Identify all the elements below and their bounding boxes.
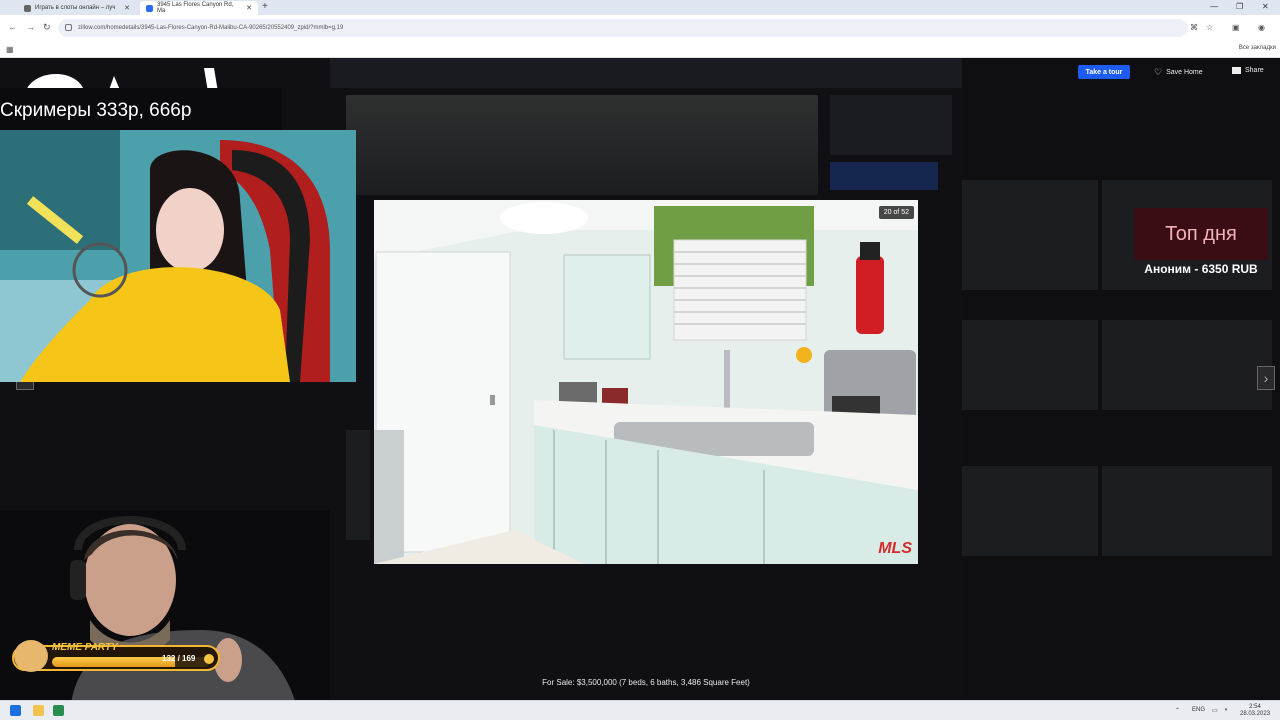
forward-icon[interactable]: → xyxy=(26,22,35,32)
close-tab-icon[interactable]: ✕ xyxy=(246,4,252,12)
background-thumb xyxy=(1102,466,1272,556)
all-bookmarks-link[interactable]: Все закладки xyxy=(1239,45,1276,51)
extensions-icon[interactable]: ▣ xyxy=(1232,23,1240,32)
meme-party-count: 132 / 169 xyxy=(162,654,196,663)
tab-favicon-icon xyxy=(24,4,31,12)
meme-party-widget: MEME PARTY 132 / 169 xyxy=(12,640,220,672)
file-explorer-icon[interactable] xyxy=(33,705,44,716)
heart-icon: ♡ xyxy=(1154,67,1163,77)
background-thumb xyxy=(962,180,1098,290)
share-button[interactable]: Share xyxy=(1232,67,1264,74)
mls-logo: MLS xyxy=(878,540,912,557)
address-bar: ← → ↻ zillow.com/homedetails/3945-Las-Fl… xyxy=(0,15,1280,41)
tab-casino[interactable]: Играть в слоты онлайн – луч ✕ xyxy=(18,1,136,15)
clock-time: 2:54 xyxy=(1249,704,1261,710)
apps-grid-icon[interactable]: ▦ xyxy=(6,45,14,54)
lock-icon xyxy=(65,24,72,31)
photo-caption: For Sale: $3,500,000 (7 beds, 6 baths, 3… xyxy=(542,678,750,687)
kitchen-photo xyxy=(374,200,918,564)
tab-label: Играть в слоты онлайн – луч xyxy=(35,5,116,11)
tab-favicon-icon xyxy=(146,4,153,12)
meme-party-label: MEME PARTY xyxy=(52,642,118,653)
streamer-webcam xyxy=(0,130,356,382)
language-indicator[interactable]: ENG xyxy=(1192,707,1205,713)
top-day-badge: Топ дня xyxy=(1134,208,1268,260)
maximize-icon[interactable]: ❐ xyxy=(1236,2,1243,11)
browser-tab-bar: Играть в слоты онлайн – луч ✕ 3945 Las F… xyxy=(0,0,1280,15)
system-clock[interactable]: 2:54 28.03.2023 xyxy=(1240,704,1270,718)
meme-party-progress-fill xyxy=(52,657,176,667)
save-home-button[interactable]: ♡ Save Home xyxy=(1154,67,1203,78)
background-thumb xyxy=(962,320,1098,410)
background-hero-photo xyxy=(346,95,818,195)
clock-date: 28.03.2023 xyxy=(1240,711,1271,717)
share-label: Share xyxy=(1245,67,1264,74)
background-thumb xyxy=(1102,320,1272,410)
coin-icon xyxy=(204,654,214,664)
translate-icon[interactable]: ⌘ xyxy=(1190,23,1198,32)
close-tab-icon[interactable]: ✕ xyxy=(124,4,130,12)
take-tour-button[interactable]: Take a tour xyxy=(1078,65,1130,79)
minimize-icon[interactable]: — xyxy=(1210,2,1218,11)
app-icon[interactable] xyxy=(53,705,64,716)
doge-icon xyxy=(14,640,48,672)
url-text: zillow.com/homedetails/3945-Las-Flores-C… xyxy=(78,25,344,31)
lightbox-photo: 20 of 52 MLS xyxy=(374,200,918,564)
chevron-up-icon[interactable]: ⌃ xyxy=(1175,707,1180,714)
volume-icon[interactable]: ◖ xyxy=(1224,707,1228,713)
webcam-image xyxy=(0,130,356,382)
background-contact-button xyxy=(830,162,938,190)
background-thumb xyxy=(962,466,1098,556)
profile-icon[interactable]: ◉ xyxy=(1258,23,1265,32)
second-webcam xyxy=(0,510,330,720)
network-icon[interactable]: ▭ xyxy=(1212,707,1218,714)
screamers-price-text: Скримеры 333р, 666р xyxy=(0,100,192,121)
windows-start-icon[interactable] xyxy=(10,705,21,716)
chevron-right-icon[interactable]: › xyxy=(1257,366,1275,390)
back-icon[interactable]: ← xyxy=(8,22,17,32)
second-webcam-image xyxy=(0,510,330,720)
zillow-header xyxy=(330,58,962,88)
star-icon[interactable]: ☆ xyxy=(1206,23,1213,32)
save-home-label: Save Home xyxy=(1166,69,1203,76)
close-window-icon[interactable]: ✕ xyxy=(1262,2,1269,11)
tab-zillow[interactable]: 3945 Las Flores Canyon Rd, Ma ✕ xyxy=(140,1,258,15)
windows-taskbar: ⌃ ENG ▭ ◖ 2:54 28.03.2023 xyxy=(0,700,1280,720)
background-price-card xyxy=(830,95,952,155)
background-thumb xyxy=(346,430,370,540)
top-donor-text: Аноним - 6350 RUB xyxy=(1144,262,1258,276)
reload-icon[interactable]: ↻ xyxy=(43,22,51,33)
mail-icon xyxy=(1232,67,1241,74)
photo-counter: 20 of 52 xyxy=(878,206,914,219)
new-tab-button[interactable]: + xyxy=(262,1,268,12)
tab-label: 3945 Las Flores Canyon Rd, Ma xyxy=(157,2,234,14)
url-input[interactable]: zillow.com/homedetails/3945-Las-Flores-C… xyxy=(58,19,1188,37)
